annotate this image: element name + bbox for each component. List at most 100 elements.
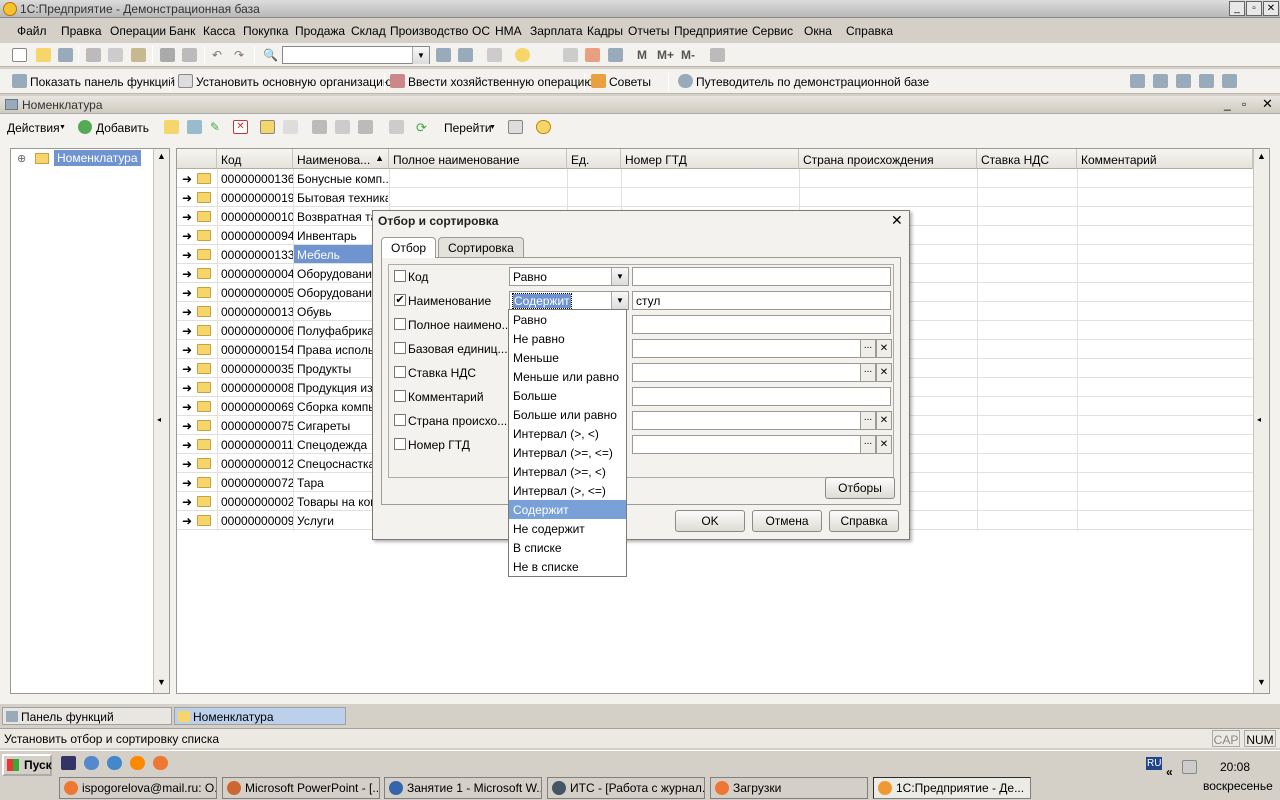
field-checkbox[interactable] bbox=[394, 414, 406, 426]
staff-icon[interactable] bbox=[1176, 74, 1191, 88]
value-input[interactable] bbox=[632, 387, 891, 406]
picker-button[interactable]: ... bbox=[860, 363, 876, 382]
value-input[interactable] bbox=[632, 267, 891, 286]
value-input[interactable] bbox=[632, 339, 862, 358]
clear-icon[interactable]: ✕ bbox=[876, 411, 892, 430]
dropdown-option[interactable]: Содержит bbox=[509, 500, 626, 519]
maximize-button[interactable]: ▫ bbox=[1246, 1, 1262, 16]
delete-icon[interactable]: ✕ bbox=[233, 120, 248, 134]
expand-arrow-icon[interactable]: ➜ bbox=[182, 419, 192, 433]
dialog-close-icon[interactable]: ✕ bbox=[891, 212, 903, 229]
field-checkbox[interactable] bbox=[394, 390, 406, 402]
tray-expand-icon[interactable]: « bbox=[1166, 765, 1173, 779]
actions-menu[interactable]: Действия bbox=[7, 121, 60, 135]
quicklaunch-save-icon[interactable] bbox=[61, 756, 76, 770]
goto-menu[interactable]: Перейти bbox=[444, 121, 492, 135]
col-vat[interactable]: Ставка НДС bbox=[977, 149, 1077, 169]
col-gtd[interactable]: Номер ГТД bbox=[621, 149, 799, 169]
picker-button[interactable]: ... bbox=[860, 435, 876, 454]
table-row[interactable]: ➜ 00000000019 Бытовая техника bbox=[177, 188, 1253, 207]
menu-enterprise[interactable]: Предприятие bbox=[674, 24, 748, 38]
chevron-down-icon[interactable]: ▼ bbox=[611, 292, 628, 309]
expand-arrow-icon[interactable]: ➜ bbox=[182, 362, 192, 376]
expand-arrow-icon[interactable]: ➜ bbox=[182, 438, 192, 452]
dropdown-option[interactable]: Меньше bbox=[509, 348, 626, 367]
clear-icon[interactable]: ✕ bbox=[876, 339, 892, 358]
print-preview-icon[interactable] bbox=[182, 48, 197, 62]
doc-close-icon[interactable]: ✕ bbox=[1262, 96, 1273, 112]
field-checkbox[interactable] bbox=[394, 366, 406, 378]
memory-plus-icon[interactable]: M+ bbox=[657, 48, 674, 62]
level-up-icon[interactable] bbox=[283, 120, 298, 134]
find-prev-icon[interactable] bbox=[458, 48, 473, 62]
taskbar-task[interactable]: Microsoft PowerPoint - [... bbox=[222, 777, 380, 799]
clear-icon[interactable]: ✕ bbox=[876, 363, 892, 382]
columns-icon[interactable] bbox=[508, 120, 523, 134]
tree-scrollbar[interactable]: ▲ ◂ ▼ bbox=[153, 149, 169, 693]
taskbar-task[interactable]: Загрузки bbox=[710, 777, 868, 799]
dropdown-option[interactable]: Больше или равно bbox=[509, 405, 626, 424]
expand-arrow-icon[interactable]: ➜ bbox=[182, 286, 192, 300]
copy-icon[interactable] bbox=[108, 48, 123, 62]
expand-arrow-icon[interactable]: ➜ bbox=[182, 457, 192, 471]
dropdown-option[interactable]: Интервал (>=, <=) bbox=[509, 443, 626, 462]
value-input[interactable] bbox=[632, 315, 891, 334]
menu-cash[interactable]: Касса bbox=[203, 24, 235, 38]
menu-os[interactable]: ОС bbox=[472, 24, 490, 38]
scroll-up-icon[interactable]: ▲ bbox=[1257, 151, 1266, 161]
scroll-up-icon[interactable]: ▲ bbox=[157, 151, 166, 161]
col-name[interactable]: Наименова... ▲ bbox=[293, 149, 389, 169]
enter-operation-button[interactable]: Ввести хозяйственную операцию bbox=[408, 75, 593, 89]
dropdown-option[interactable]: Интервал (>, <=) bbox=[509, 481, 626, 500]
lang-indicator[interactable]: RU bbox=[1146, 757, 1163, 770]
undo-icon[interactable]: ↶ bbox=[212, 48, 227, 62]
menu-bank[interactable]: Банк bbox=[169, 24, 195, 38]
close-window-button[interactable]: ✕ bbox=[1263, 1, 1279, 16]
start-button[interactable]: Пуск bbox=[2, 754, 52, 776]
calendar-icon[interactable] bbox=[585, 48, 600, 62]
dropdown-option[interactable]: Меньше или равно bbox=[509, 367, 626, 386]
directory-icon[interactable] bbox=[1199, 74, 1214, 88]
guide-button[interactable]: Путеводитель по демонстрационной базе bbox=[696, 75, 929, 89]
condition-select[interactable]: Равно ▼ bbox=[509, 267, 629, 286]
mail-icon[interactable] bbox=[130, 756, 145, 770]
menu-production[interactable]: Производство bbox=[390, 24, 468, 38]
taskbar-task[interactable]: 1С:Предприятие - Де... bbox=[873, 777, 1031, 799]
field-checkbox[interactable] bbox=[394, 318, 406, 330]
info-icon[interactable] bbox=[515, 48, 530, 62]
chevron-down-icon[interactable]: ▼ bbox=[412, 47, 429, 64]
minimize-button[interactable]: _ bbox=[1229, 1, 1245, 16]
menu-operations[interactable]: Операции bbox=[110, 24, 166, 38]
col-country[interactable]: Страна происхождения bbox=[799, 149, 977, 169]
grid-scrollbar[interactable]: ▲ ◂ ▼ bbox=[1253, 149, 1269, 693]
settings-icon[interactable] bbox=[1222, 74, 1237, 88]
scroll-down-icon[interactable]: ▼ bbox=[1257, 677, 1266, 687]
taskbar-task[interactable]: ИТС - [Работа с журнал... bbox=[547, 777, 705, 799]
ie-icon[interactable] bbox=[107, 756, 122, 770]
condition-select[interactable]: Содержит ▼ bbox=[509, 291, 629, 310]
expand-arrow-icon[interactable]: ➜ bbox=[182, 172, 192, 186]
edit-icon[interactable]: ✎ bbox=[210, 120, 225, 134]
field-checkbox[interactable] bbox=[394, 270, 406, 282]
expand-arrow-icon[interactable]: ➜ bbox=[182, 191, 192, 205]
expand-arrow-icon[interactable]: ➜ bbox=[182, 305, 192, 319]
field-checkbox[interactable]: ✔ bbox=[394, 294, 406, 306]
expand-icon[interactable]: ⊕ bbox=[17, 152, 26, 165]
open-folder-icon[interactable] bbox=[36, 48, 51, 62]
col-comment[interactable]: Комментарий bbox=[1077, 149, 1253, 169]
refresh-icon[interactable]: ⟳ bbox=[416, 120, 431, 135]
expand-arrow-icon[interactable]: ➜ bbox=[182, 210, 192, 224]
dropdown-option[interactable]: В списке bbox=[509, 538, 626, 557]
memory-minus-icon[interactable]: M- bbox=[681, 48, 695, 62]
help-icon[interactable] bbox=[536, 120, 551, 134]
tab-function-panel[interactable]: Панель функций bbox=[2, 707, 172, 725]
expand-arrow-icon[interactable]: ➜ bbox=[182, 343, 192, 357]
col-unit[interactable]: Ед. bbox=[567, 149, 621, 169]
menu-hr[interactable]: Кадры bbox=[587, 24, 623, 38]
field-checkbox[interactable] bbox=[394, 438, 406, 450]
value-input[interactable] bbox=[632, 435, 862, 454]
firefox-icon[interactable] bbox=[153, 756, 168, 770]
tree-root[interactable]: Номенклатура bbox=[54, 150, 141, 166]
print-icon[interactable] bbox=[160, 48, 175, 62]
redo-icon[interactable]: ↷ bbox=[234, 48, 249, 62]
